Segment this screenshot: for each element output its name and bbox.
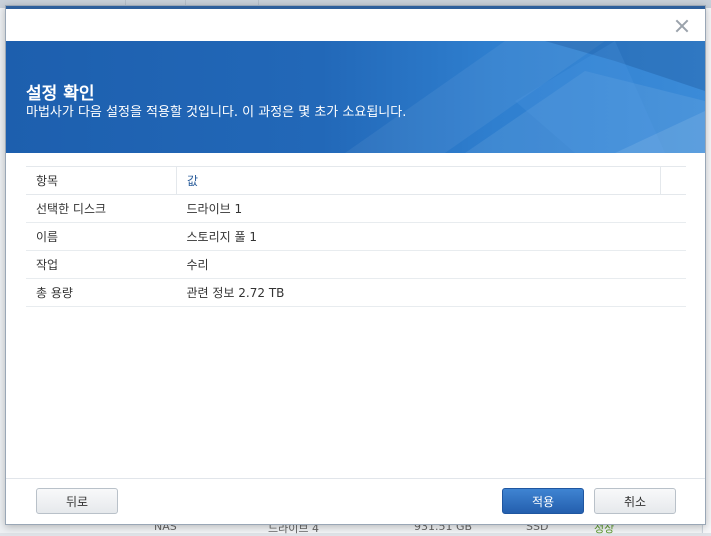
settings-table: 항목 값 선택한 디스크 드라이브 1 이름 스토리지 풀 1 작업 수리 총 … bbox=[26, 166, 686, 307]
column-header-item[interactable]: 항목 bbox=[26, 166, 177, 195]
apply-button[interactable]: 적용 bbox=[502, 488, 584, 514]
dialog-banner: 설정 확인 마법사가 다음 설정을 적용할 것입니다. 이 과정은 몇 초가 소… bbox=[6, 41, 705, 153]
dialog-subtitle: 마법사가 다음 설정을 적용할 것입니다. 이 과정은 몇 초가 소요됩니다. bbox=[26, 105, 407, 120]
back-button[interactable]: 뒤로 bbox=[36, 488, 118, 514]
table-row[interactable]: 선택한 디스크 드라이브 1 bbox=[26, 194, 686, 223]
close-icon[interactable] bbox=[673, 17, 691, 35]
column-header-spacer bbox=[660, 166, 686, 195]
row-item: 작업 bbox=[26, 250, 177, 279]
table-header-row: 항목 값 bbox=[26, 166, 686, 195]
row-value: 관련 정보 2.72 TB bbox=[176, 278, 686, 307]
row-value: 스토리지 풀 1 bbox=[176, 222, 686, 251]
row-item: 총 용량 bbox=[26, 278, 177, 307]
banner-decoration bbox=[345, 41, 705, 153]
row-item: 이름 bbox=[26, 222, 177, 251]
column-header-value[interactable]: 값 bbox=[176, 166, 661, 195]
dialog-footer: 뒤로 적용 취소 bbox=[6, 478, 705, 524]
confirm-settings-dialog: 설정 확인 마법사가 다음 설정을 적용할 것입니다. 이 과정은 몇 초가 소… bbox=[5, 5, 706, 525]
dialog-titlebar bbox=[6, 6, 705, 44]
table-row[interactable]: 이름 스토리지 풀 1 bbox=[26, 222, 686, 251]
row-item: 선택한 디스크 bbox=[26, 194, 177, 223]
row-value: 드라이브 1 bbox=[176, 194, 686, 223]
table-row[interactable]: 총 용량 관련 정보 2.72 TB bbox=[26, 278, 686, 307]
cancel-button[interactable]: 취소 bbox=[594, 488, 676, 514]
table-row[interactable]: 작업 수리 bbox=[26, 250, 686, 279]
row-value: 수리 bbox=[176, 250, 686, 279]
